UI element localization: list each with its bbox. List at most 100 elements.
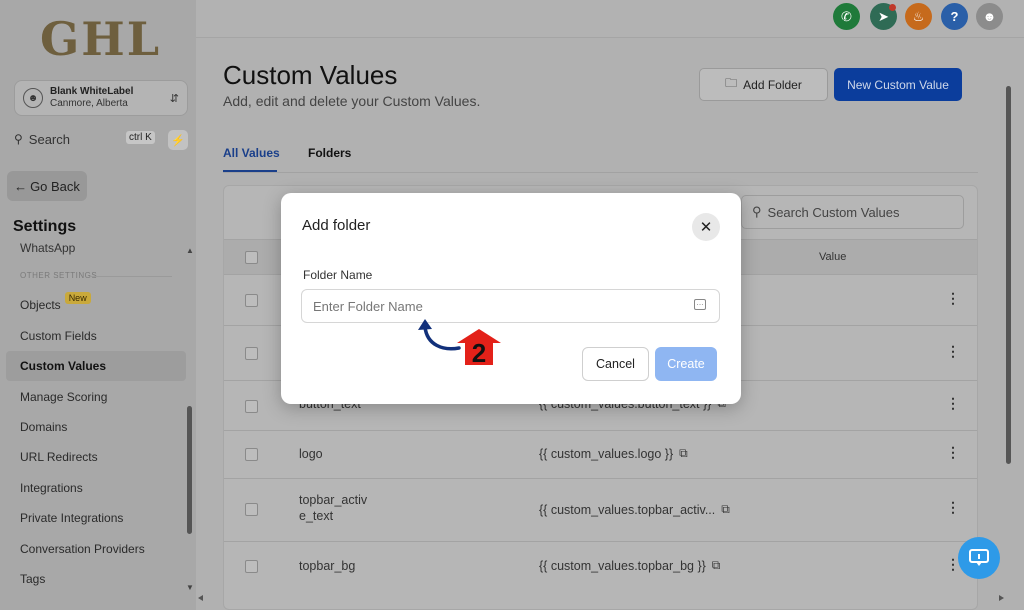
tabs-divider (223, 172, 978, 173)
folder-name-label: Folder Name (303, 268, 373, 282)
account-location: Canmore, Alberta (50, 98, 128, 109)
row-name: logo (299, 447, 323, 461)
folder-name-input[interactable] (301, 289, 720, 323)
sidebar: GHL ☻ Blank WhiteLabel Canmore, Alberta … (0, 0, 196, 610)
row-menu-icon[interactable]: ⋮ (946, 499, 960, 516)
account-switcher[interactable]: ☻ Blank WhiteLabel Canmore, Alberta ⇵ (14, 80, 188, 116)
row-checkbox[interactable] (245, 347, 258, 360)
cancel-button[interactable]: Cancel (582, 347, 649, 381)
page-title: Custom Values (223, 60, 398, 90)
sidebar-item-label: Conversation Providers (20, 542, 145, 556)
field-dropdown-icon[interactable]: ⋯ (694, 299, 706, 310)
sidebar-item-conversation-providers[interactable]: Conversation Providers (6, 534, 186, 564)
user-avatar[interactable]: ☻ (976, 3, 1003, 30)
row-checkbox[interactable] (245, 448, 258, 461)
sidebar-item-private-integrations[interactable]: Private Integrations (6, 503, 186, 533)
account-name: Blank WhiteLabel (50, 86, 134, 97)
sidebar-item-integrations[interactable]: Integrations (6, 473, 186, 503)
select-all-checkbox[interactable] (245, 251, 258, 264)
copy-icon[interactable]: ⧉ (712, 558, 721, 573)
help-icon[interactable]: ? (941, 3, 968, 30)
row-checkbox[interactable] (245, 560, 258, 573)
row-menu-icon[interactable]: ⋮ (946, 290, 960, 307)
sidebar-item-label: Integrations (20, 481, 83, 495)
scroll-up-icon[interactable]: ▲ (186, 246, 194, 255)
sidebar-item-manage-scoring[interactable]: Manage Scoring (6, 382, 186, 412)
row-value: {{ custom_values.logo }} ⧉ (539, 446, 688, 461)
table-search[interactable]: ⚲ Search Custom Values (741, 195, 964, 229)
chat-widget-button[interactable] (958, 537, 1000, 579)
new-custom-value-button[interactable]: New Custom Value (834, 68, 962, 101)
page-subtitle: Add, edit and delete your Custom Values. (223, 93, 481, 109)
sidebar-item-whatsapp[interactable]: WhatsApp (20, 241, 75, 255)
section-label-other-settings: OTHER SETTINGS (20, 271, 98, 280)
add-folder-modal: Add folder ✕ Folder Name ⋯ Cancel Create (281, 193, 741, 404)
scroll-down-icon[interactable]: ▼ (186, 583, 194, 592)
folder-plus-icon: 🗀 (725, 76, 738, 90)
megaphone-icon[interactable]: ➤ (870, 3, 897, 30)
row-value-text: {{ custom_values.topbar_bg }} (539, 558, 706, 573)
row-menu-icon[interactable]: ⋮ (946, 343, 960, 360)
sidebar-item-label: Manage Scoring (20, 390, 108, 404)
sidebar-item-label: Domains (20, 420, 68, 434)
sidebar-item-label: Tags (20, 572, 46, 586)
brand-logo[interactable]: GHL (40, 12, 161, 66)
row-value-text: {{ custom_values.logo }} (539, 446, 674, 461)
go-back-button[interactable]: ← Go Back (7, 171, 87, 201)
new-badge: New (64, 292, 91, 304)
tab-folders[interactable]: Folders (308, 146, 351, 160)
sidebar-item-url-redirects[interactable]: URL Redirects (6, 442, 186, 472)
go-back-label: Go Back (30, 178, 80, 194)
sidebar-search-label: Search (28, 131, 70, 147)
horizontal-scrollbar[interactable] (196, 594, 1006, 602)
search-icon: ⚲ (752, 204, 762, 219)
chevron-updown-icon: ⇵ (169, 92, 179, 105)
sidebar-item-tags[interactable]: Tags (6, 564, 186, 594)
row-menu-icon[interactable]: ⋮ (946, 395, 960, 412)
sidebar-item-label: URL Redirects (20, 450, 98, 464)
row-value-text: {{ custom_values.topbar_activ... (539, 502, 716, 517)
close-icon[interactable]: ✕ (692, 213, 720, 241)
row-value: {{ custom_values.topbar_activ... ⧉ (539, 502, 730, 517)
sidebar-item-label: Private Integrations (20, 511, 124, 525)
step-number: 2 (472, 338, 486, 366)
step-marker-icon: 2 (457, 329, 501, 366)
table-row: topbar_activ e_text {{ custom_values.top… (224, 479, 977, 542)
row-menu-icon[interactable]: ⋮ (946, 444, 960, 461)
row-checkbox[interactable] (245, 503, 258, 516)
sidebar-scrollbar[interactable] (187, 406, 192, 534)
row-checkbox[interactable] (245, 294, 258, 307)
sidebar-item-objects[interactable]: Objects New (6, 290, 186, 320)
table-row: topbar_bg {{ custom_values.topbar_bg }} ⧉… (224, 542, 977, 592)
chat-icon (969, 549, 989, 566)
sidebar-item-label: Custom Values (20, 359, 107, 373)
search-icon: ⚲ (14, 132, 23, 146)
add-folder-button[interactable]: 🗀 Add Folder (699, 68, 828, 101)
sidebar-item-label: Custom Fields (20, 329, 97, 343)
top-bar: ✆ ➤ ♨ ? ☻ (196, 0, 1024, 38)
account-icon: ☻ (23, 88, 43, 108)
search-shortcut: ctrl K (126, 131, 155, 144)
phone-icon[interactable]: ✆ (833, 3, 860, 30)
tab-all-values[interactable]: All Values (223, 146, 280, 160)
quick-action-bolt-icon[interactable]: ⚡ (168, 130, 188, 150)
settings-title: Settings (13, 218, 77, 235)
sidebar-item-custom-fields[interactable]: Custom Fields (6, 321, 186, 351)
sidebar-search[interactable]: ⚲ Search ctrl K (14, 127, 164, 151)
column-header-value: Value (819, 251, 847, 263)
sidebar-item-custom-values[interactable]: Custom Values (6, 351, 186, 381)
row-checkbox[interactable] (245, 400, 258, 413)
copy-icon[interactable]: ⧉ (679, 446, 688, 461)
row-name: topbar_activ e_text (299, 493, 368, 523)
sidebar-item-label: Objects (20, 298, 61, 312)
create-button[interactable]: Create (655, 347, 717, 381)
section-divider (90, 276, 172, 277)
add-folder-label: Add Folder (743, 77, 802, 92)
table-row: logo {{ custom_values.logo }} ⧉ ⋮ (224, 431, 977, 479)
row-value: {{ custom_values.topbar_bg }} ⧉ (539, 558, 720, 573)
main-scrollbar[interactable] (1006, 86, 1011, 464)
bell-icon[interactable]: ♨ (905, 3, 932, 30)
modal-title: Add folder (302, 217, 371, 234)
copy-icon[interactable]: ⧉ (721, 502, 730, 517)
sidebar-item-domains[interactable]: Domains (6, 412, 186, 442)
